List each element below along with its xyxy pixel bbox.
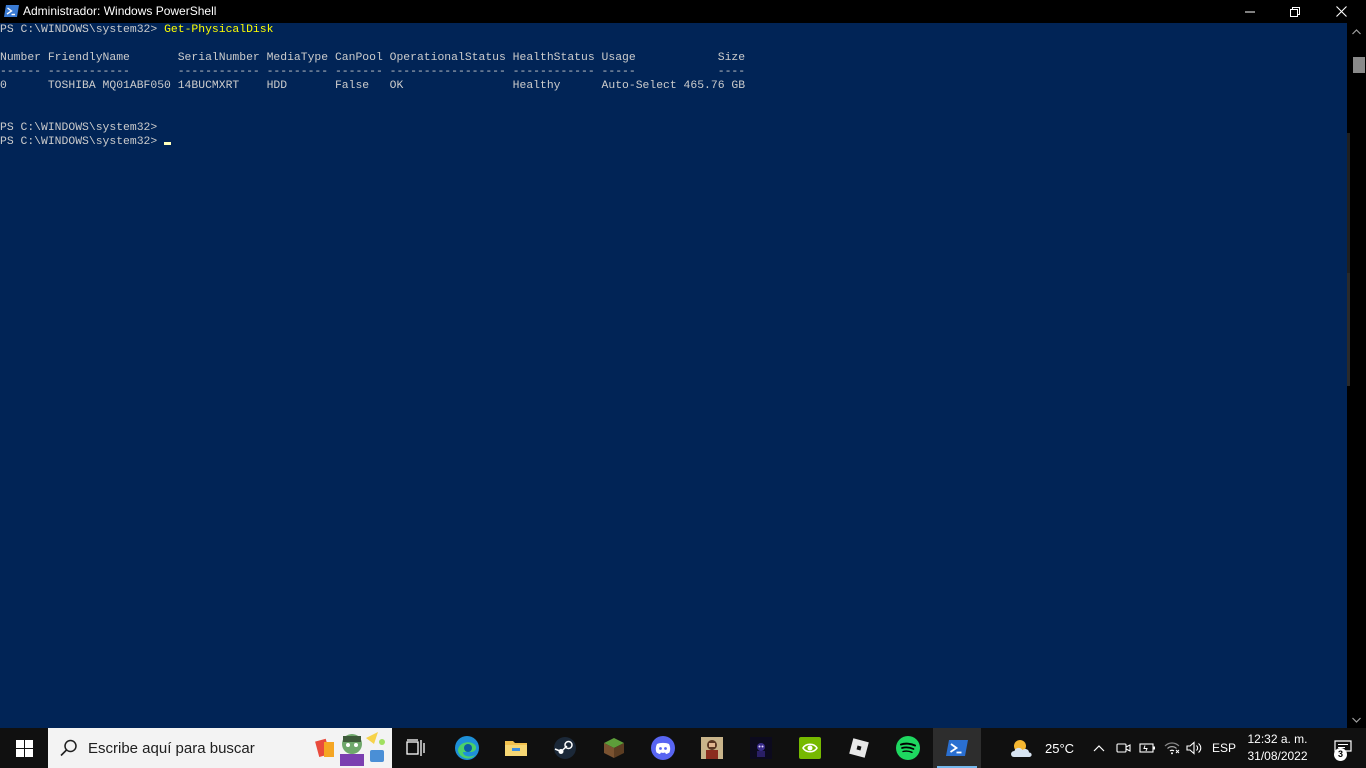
prompt-line: PS C:\WINDOWS\system32> xyxy=(0,122,158,134)
scroll-up-button[interactable] xyxy=(1347,23,1366,40)
start-button[interactable] xyxy=(0,728,48,768)
taskbar-app-edge[interactable] xyxy=(443,728,491,768)
clock[interactable]: 12:32 a. m. 31/08/2022 xyxy=(1240,731,1315,765)
close-button[interactable] xyxy=(1318,0,1364,23)
table-header: Number FriendlyName SerialNumber MediaTy… xyxy=(0,52,746,64)
taskbar-app-file-explorer[interactable] xyxy=(492,728,540,768)
tray-volume[interactable] xyxy=(1184,728,1204,768)
chevron-up-icon xyxy=(1093,744,1105,751)
search-box[interactable]: Escribe aquí para buscar xyxy=(48,728,392,768)
notification-count-badge: 3 xyxy=(1334,748,1347,761)
restore-icon xyxy=(1290,6,1300,17)
weather-widget[interactable]: 25°C xyxy=(1008,728,1080,768)
task-view-icon xyxy=(406,739,425,756)
minimize-icon xyxy=(1245,11,1255,12)
text-cursor xyxy=(164,142,172,145)
command-text: Get-PhysicalDisk xyxy=(164,24,274,36)
powershell-icon xyxy=(946,740,968,756)
weather-temperature: 25°C xyxy=(1045,740,1075,756)
taskbar-app-game-1[interactable] xyxy=(688,728,736,768)
taskbar-app-spotify[interactable] xyxy=(884,728,932,768)
nvidia-icon xyxy=(799,737,821,759)
console-area[interactable]: PS C:\WINDOWS\system32> Get-PhysicalDisk… xyxy=(0,23,1347,728)
title-bar[interactable]: Administrador: Windows PowerShell xyxy=(0,0,1366,23)
partly-cloudy-icon xyxy=(1011,740,1032,757)
task-view-button[interactable] xyxy=(392,728,440,768)
search-icon xyxy=(60,739,77,757)
active-prompt-line: PS C:\WINDOWS\system32> xyxy=(0,135,745,149)
tray-network[interactable] xyxy=(1161,728,1183,768)
taskbar-app-minecraft[interactable] xyxy=(590,728,638,768)
edge-icon xyxy=(455,736,479,760)
track-mark xyxy=(1347,133,1350,273)
search-placeholder: Escribe aquí para buscar xyxy=(88,740,255,757)
windows-logo-icon xyxy=(15,739,33,757)
show-hidden-icons-button[interactable] xyxy=(1089,728,1109,768)
restore-button[interactable] xyxy=(1272,0,1318,23)
console-output: PS C:\WINDOWS\system32> Get-PhysicalDisk… xyxy=(0,23,745,149)
clock-time: 12:32 a. m. xyxy=(1247,732,1308,746)
window-title: Administrador: Windows PowerShell xyxy=(23,4,217,18)
folder-icon xyxy=(505,741,527,756)
discord-icon xyxy=(651,736,675,760)
taskbar-app-nvidia[interactable] xyxy=(786,728,834,768)
meet-now-icon xyxy=(1115,743,1131,753)
close-icon xyxy=(1335,6,1347,17)
game-icon xyxy=(701,737,723,759)
spotify-icon xyxy=(896,736,920,760)
vertical-scrollbar[interactable] xyxy=(1347,23,1366,728)
tray-battery[interactable] xyxy=(1137,728,1157,768)
table-row: 0 TOSHIBA MQ01ABF050 14BUCMXRT HDD False… xyxy=(0,80,746,92)
command-line: PS C:\WINDOWS\system32> Get-PhysicalDisk xyxy=(0,23,745,37)
minecraft-icon xyxy=(604,738,624,758)
taskbar-app-discord[interactable] xyxy=(639,728,687,768)
taskbar-app-game-2[interactable] xyxy=(737,728,785,768)
input-language-button[interactable]: ESP xyxy=(1208,728,1240,768)
search-highlight-image xyxy=(315,732,385,766)
table-separator: ------ ------------ ------------ -------… xyxy=(0,66,746,78)
taskbar-app-steam[interactable] xyxy=(541,728,589,768)
track-mark xyxy=(1347,273,1350,386)
steam-icon xyxy=(554,737,576,759)
chevron-down-icon xyxy=(1352,717,1361,723)
taskbar-app-roblox[interactable] xyxy=(835,728,883,768)
chevron-up-icon xyxy=(1352,28,1361,34)
taskbar-app-powershell[interactable] xyxy=(933,728,981,768)
tray-meet-now[interactable] xyxy=(1113,728,1133,768)
roblox-icon xyxy=(849,738,869,758)
volume-icon xyxy=(1185,741,1201,755)
prompt: PS C:\WINDOWS\system32> xyxy=(0,24,165,36)
battery-charging-icon xyxy=(1138,743,1155,753)
clock-date: 31/08/2022 xyxy=(1247,749,1308,763)
minimize-button[interactable] xyxy=(1227,0,1273,23)
game-icon xyxy=(750,737,772,759)
taskbar: Escribe aquí para buscar 25°C ESP 12:32 … xyxy=(0,728,1366,768)
scroll-down-button[interactable] xyxy=(1347,711,1366,728)
scroll-thumb[interactable] xyxy=(1353,57,1365,73)
language-indicator: ESP xyxy=(1211,741,1236,755)
powershell-icon xyxy=(4,4,19,18)
wifi-icon xyxy=(1164,742,1180,755)
prompt: PS C:\WINDOWS\system32> xyxy=(0,136,165,148)
